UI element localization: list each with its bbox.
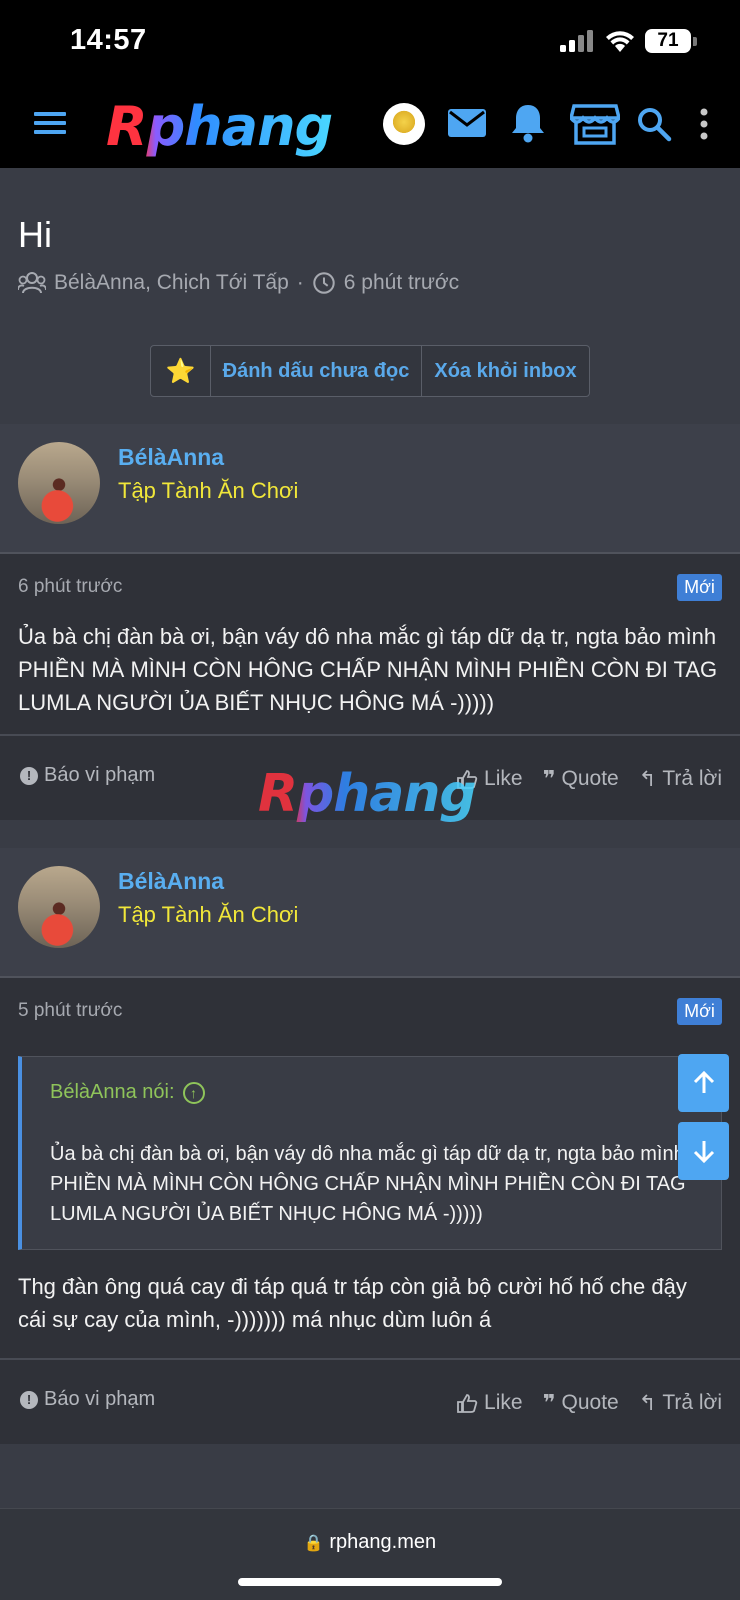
quote-label: Quote	[561, 767, 619, 790]
remove-inbox-button[interactable]: Xóa khỏi inbox	[422, 346, 589, 396]
quote-icon: ❞	[542, 1390, 556, 1415]
meta-separator: ·	[296, 271, 304, 294]
arrow-down-icon	[693, 1141, 714, 1164]
store-icon[interactable]	[570, 102, 620, 146]
url-text: rphang.men	[329, 1531, 437, 1553]
like-button[interactable]: Like	[456, 1390, 523, 1416]
wifi-icon	[606, 31, 634, 52]
reply-button[interactable]: ↰ Trả lời	[639, 1390, 722, 1416]
lock-icon: 🔒	[303, 1535, 324, 1552]
quote-label: Quote	[561, 1391, 619, 1414]
quote-block: BélàAnna nói: ↑ Ủa bà chị đàn bà ơi, bận…	[18, 1056, 722, 1250]
user-avatar[interactable]	[383, 103, 425, 145]
report-button[interactable]: ! Báo vi phạm	[20, 764, 155, 787]
mark-unread-button[interactable]: Đánh dấu chưa đọc	[211, 346, 422, 396]
reply-icon: ↰	[638, 767, 657, 791]
user-title: Tập Tành Ăn Chơi	[118, 902, 299, 927]
scroll-down-button[interactable]	[678, 1122, 729, 1180]
thread-actions: ⭐ Đánh dấu chưa đọc Xóa khỏi inbox	[150, 345, 590, 397]
quote-text: Ủa bà chị đàn bà ơi, bận váy dô nha mắc …	[50, 1143, 686, 1225]
user-title: Tập Tành Ăn Chơi	[118, 478, 299, 503]
watermark-logo: Rphang	[258, 764, 477, 824]
scroll-up-button[interactable]	[678, 1054, 729, 1112]
mail-icon[interactable]	[448, 106, 486, 140]
more-vertical-icon[interactable]	[692, 104, 716, 144]
avatar[interactable]	[18, 442, 100, 524]
battery-level: 71	[645, 29, 691, 53]
message-actions: Like ❞ Quote ↰ Trả lời	[456, 766, 722, 792]
report-label: Báo vi phạm	[44, 764, 156, 786]
message-body: Ủa bà chị đàn bà ơi, bận váy dô nha mắc …	[18, 624, 718, 715]
bell-icon[interactable]	[510, 102, 546, 144]
search-icon[interactable]	[636, 106, 672, 142]
status-bar: 14:57 71	[0, 0, 740, 84]
participants-link[interactable]: BélàAnna, Chịch Tới Tấp	[54, 271, 289, 295]
quote-author-label: BélàAnna nói:	[50, 1081, 175, 1103]
thread-meta: BélàAnna, Chịch Tới Tấp · 6 phút trước	[18, 268, 459, 298]
like-label: Like	[484, 1391, 523, 1414]
new-badge: Mới	[677, 998, 722, 1025]
reply-label: Trả lời	[662, 1391, 722, 1414]
username[interactable]: BélàAnna	[118, 868, 224, 895]
message-2: BélàAnna Tập Tành Ăn Chơi 5 phút trước M…	[0, 848, 740, 1444]
users-icon	[18, 272, 46, 294]
quote-button[interactable]: ❞ Quote	[543, 1390, 619, 1416]
arrow-up-circle-icon[interactable]: ↑	[182, 1081, 205, 1104]
quote-author[interactable]: BélàAnna nói: ↑	[50, 1081, 205, 1104]
report-button[interactable]: ! Báo vi phạm	[20, 1388, 155, 1411]
home-indicator[interactable]	[238, 1578, 502, 1586]
like-label: Like	[484, 767, 523, 790]
thumbs-up-icon	[457, 1394, 478, 1413]
message-body: Thg đàn ông quá cay đi táp quá tr táp cò…	[18, 1274, 687, 1332]
arrow-up-icon	[693, 1070, 714, 1093]
username[interactable]: BélàAnna	[118, 444, 224, 471]
reply-icon: ↰	[638, 1391, 657, 1415]
reply-button[interactable]: ↰ Trả lời	[639, 766, 722, 792]
message-time: 6 phút trước	[18, 576, 123, 597]
avatar[interactable]	[18, 866, 100, 948]
browser-url-bar[interactable]: 🔒 rphang.men	[0, 1508, 740, 1600]
battery-tip	[693, 37, 697, 46]
status-time: 14:57	[70, 24, 147, 56]
signal-icon	[560, 30, 593, 52]
alert-icon: !	[20, 1390, 38, 1409]
thread-time: 6 phút trước	[343, 271, 460, 294]
url-display[interactable]: 🔒 rphang.men	[0, 1531, 740, 1554]
message-time: 5 phút trước	[18, 1000, 123, 1021]
alert-icon: !	[20, 766, 38, 785]
message-user-block: BélàAnna Tập Tành Ăn Chơi	[0, 424, 740, 554]
new-badge: Mới	[677, 574, 722, 601]
quote-icon: ❞	[542, 766, 556, 791]
star-button[interactable]: ⭐	[151, 346, 211, 396]
message-user-block: BélàAnna Tập Tành Ăn Chơi	[0, 848, 740, 978]
message-1: BélàAnna Tập Tành Ăn Chơi 6 phút trước M…	[0, 424, 740, 820]
thread-title: Hi	[18, 214, 52, 255]
site-logo[interactable]: Rphang	[106, 94, 333, 160]
menu-icon[interactable]	[34, 108, 70, 138]
clock-icon	[313, 272, 335, 294]
message-actions: Like ❞ Quote ↰ Trả lời	[456, 1390, 722, 1416]
reply-label: Trả lời	[662, 767, 722, 790]
quote-button[interactable]: ❞ Quote	[543, 766, 619, 792]
report-label: Báo vi phạm	[44, 1388, 156, 1410]
message-footer: ! Báo vi phạm Like ❞ Quote ↰ Trả lời	[0, 1358, 740, 1442]
